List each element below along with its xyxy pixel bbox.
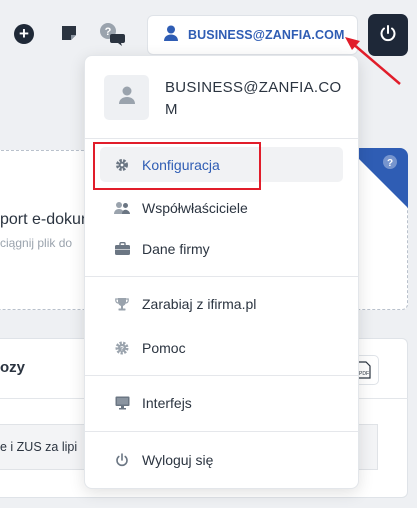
- tax-row-text: e i ZUS za lipi: [0, 440, 78, 454]
- help-chat-icon[interactable]: ?: [98, 22, 126, 46]
- sticky-note-icon[interactable]: [60, 24, 78, 42]
- divider: [85, 276, 358, 277]
- menu-item-label: Dane firmy: [142, 240, 210, 257]
- plus-circle-icon[interactable]: +: [14, 24, 34, 44]
- menu-item-label: Zarabiaj z ifirma.pl: [142, 295, 257, 312]
- menu-item-wyloguj[interactable]: Wyloguj się: [100, 442, 343, 477]
- upload-card-subtitle: ciągnij plik do: [0, 236, 73, 250]
- svg-text:PDF: PDF: [359, 371, 369, 377]
- tax-card-title: ozy: [0, 359, 26, 376]
- logout-power-button[interactable]: [368, 14, 408, 56]
- menu-item-label: Współwłaściciele: [142, 199, 248, 216]
- menu-item-wspolwlasciciele[interactable]: Współwłaściciele: [100, 190, 343, 225]
- user-account-label: BUSINESS@ZANFIA.COM: [188, 28, 345, 42]
- highlight-box: [93, 142, 261, 190]
- menu-item-label: Pomoc: [142, 339, 186, 356]
- divider: [85, 431, 358, 432]
- user-icon: [164, 25, 178, 46]
- upload-card-title: port e-dokun: [0, 211, 90, 228]
- menu-item-zarabiaj[interactable]: Zarabiaj z ifirma.pl: [100, 286, 343, 321]
- menu-item-dane-firmy[interactable]: Dane firmy: [100, 231, 343, 266]
- power-icon: [114, 452, 130, 468]
- trophy-icon: [114, 296, 130, 312]
- divider: [85, 375, 358, 376]
- svg-text:?: ?: [387, 158, 393, 169]
- user-account-button[interactable]: BUSINESS@ZANFIA.COM: [147, 15, 358, 55]
- monitor-icon: [114, 395, 130, 411]
- users-icon: [114, 200, 130, 216]
- help-gear-icon: ?: [114, 340, 130, 356]
- svg-text:?: ?: [120, 345, 124, 352]
- avatar: [104, 75, 149, 120]
- user-icon: [118, 86, 135, 109]
- menu-item-pomoc[interactable]: ? Pomoc: [100, 330, 343, 365]
- account-email: BUSINESS@ZANFIA.COM: [165, 79, 342, 118]
- power-icon: [379, 24, 397, 47]
- divider: [85, 138, 358, 139]
- briefcase-icon: [114, 241, 130, 257]
- menu-item-label: Wyloguj się: [142, 451, 214, 468]
- menu-item-interfejs[interactable]: Interfejs: [100, 385, 343, 420]
- menu-item-label: Interfejs: [142, 394, 192, 411]
